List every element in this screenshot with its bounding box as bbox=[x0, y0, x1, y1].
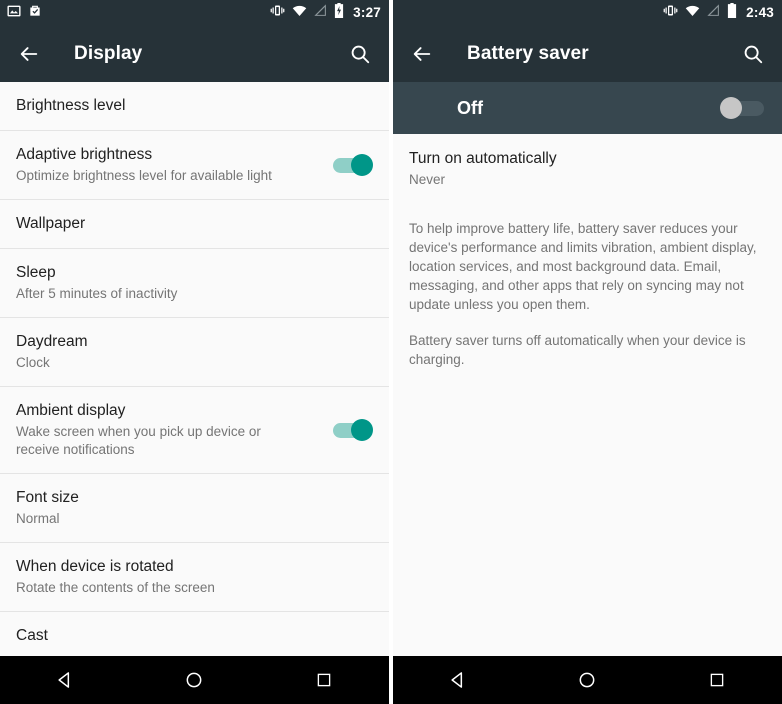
list-item-text: Sleep After 5 minutes of inactivity bbox=[16, 249, 373, 317]
list-item-subtitle: Optimize brightness level for available … bbox=[16, 168, 272, 183]
app-bar: Battery saver bbox=[393, 26, 782, 82]
list-item-text: Daydream Clock bbox=[16, 318, 373, 386]
list-item-title: Cast bbox=[16, 627, 48, 644]
no-signal-icon bbox=[314, 4, 327, 22]
vibrate-icon bbox=[663, 4, 678, 22]
nav-home-button[interactable] bbox=[164, 656, 224, 704]
battery-saver-master-switch-row[interactable]: Off bbox=[393, 82, 782, 134]
toggle-thumb bbox=[351, 154, 373, 176]
search-icon[interactable] bbox=[347, 41, 373, 67]
list-item-daydream[interactable]: Daydream Clock bbox=[0, 318, 389, 387]
battery-saver-content: Turn on automatically Never To help impr… bbox=[393, 134, 782, 656]
list-item-title: Adaptive brightness bbox=[16, 146, 153, 163]
list-item-subtitle: Normal bbox=[16, 511, 60, 526]
status-bar: 3:27 bbox=[0, 0, 389, 26]
no-signal-icon bbox=[707, 4, 720, 22]
page-title: Display bbox=[74, 43, 143, 64]
wifi-icon bbox=[292, 4, 307, 22]
status-bar-clock: 3:27 bbox=[353, 5, 381, 21]
screenshot-icon bbox=[28, 4, 42, 23]
dual-screenshot-container: 3:27 Display Brightness level Adaptive b… bbox=[0, 0, 782, 704]
list-item-title: Brightness level bbox=[16, 97, 126, 114]
vibrate-icon bbox=[270, 4, 285, 22]
list-item-text: Font size Normal bbox=[16, 474, 373, 542]
list-item-text: Ambient display Wake screen when you pic… bbox=[16, 387, 327, 473]
wifi-icon bbox=[685, 4, 700, 22]
list-item-text: Wallpaper bbox=[16, 200, 373, 248]
list-item-brightness-level[interactable]: Brightness level bbox=[0, 82, 389, 131]
nav-home-button[interactable] bbox=[557, 656, 617, 704]
list-item-ambient-display[interactable]: Ambient display Wake screen when you pic… bbox=[0, 387, 389, 474]
list-item-text: Cast bbox=[16, 612, 373, 656]
nav-back-button[interactable] bbox=[35, 656, 95, 704]
list-item-title: When device is rotated bbox=[16, 558, 174, 575]
list-item-text: Brightness level bbox=[16, 82, 373, 130]
list-item-title: Ambient display bbox=[16, 402, 126, 419]
toggle-thumb bbox=[720, 97, 742, 119]
list-item-subtitle: Wake screen when you pick up device or r… bbox=[16, 424, 261, 457]
back-arrow-icon[interactable] bbox=[409, 41, 435, 67]
nav-back-button[interactable] bbox=[428, 656, 488, 704]
list-item-when-device-is-rotated[interactable]: When device is rotated Rotate the conten… bbox=[0, 543, 389, 612]
list-item-wallpaper[interactable]: Wallpaper bbox=[0, 200, 389, 249]
description-paragraph-2: Battery saver turns off automatically wh… bbox=[409, 333, 746, 367]
setting-title: Turn on automatically bbox=[409, 150, 557, 167]
adaptive-brightness-toggle[interactable] bbox=[327, 154, 373, 176]
navigation-bar bbox=[0, 656, 389, 704]
display-settings-screen: 3:27 Display Brightness level Adaptive b… bbox=[0, 0, 389, 704]
list-item-title: Sleep bbox=[16, 264, 56, 281]
list-item-text: When device is rotated Rotate the conten… bbox=[16, 543, 373, 611]
search-icon[interactable] bbox=[740, 41, 766, 67]
list-item-sleep[interactable]: Sleep After 5 minutes of inactivity bbox=[0, 249, 389, 318]
battery-saver-toggle[interactable] bbox=[720, 97, 766, 119]
list-item-title: Wallpaper bbox=[16, 215, 86, 232]
image-icon bbox=[7, 4, 21, 23]
list-item-font-size[interactable]: Font size Normal bbox=[0, 474, 389, 543]
status-bar-notification-icons bbox=[7, 4, 270, 23]
toggle-thumb bbox=[351, 419, 373, 441]
status-bar-system-icons: 2:43 bbox=[663, 3, 774, 23]
list-item-subtitle: Clock bbox=[16, 355, 50, 370]
battery-full-icon bbox=[727, 3, 737, 23]
status-bar-system-icons: 3:27 bbox=[270, 3, 381, 23]
page-title: Battery saver bbox=[467, 43, 589, 64]
master-switch-label: Off bbox=[457, 97, 483, 118]
back-arrow-icon[interactable] bbox=[16, 41, 42, 67]
list-item-subtitle: After 5 minutes of inactivity bbox=[16, 286, 178, 301]
nav-recents-button[interactable] bbox=[687, 656, 747, 704]
battery-charging-icon bbox=[334, 3, 344, 23]
list-item-text: Adaptive brightness Optimize brightness … bbox=[16, 131, 327, 199]
nav-recents-button[interactable] bbox=[294, 656, 354, 704]
battery-saver-screen: 2:43 Battery saver Off Turn on automatic… bbox=[393, 0, 782, 704]
list-item-subtitle: Rotate the contents of the screen bbox=[16, 580, 215, 595]
status-bar-clock: 2:43 bbox=[746, 5, 774, 21]
list-item-cast[interactable]: Cast bbox=[0, 612, 389, 656]
ambient-display-toggle[interactable] bbox=[327, 419, 373, 441]
navigation-bar bbox=[393, 656, 782, 704]
list-item-adaptive-brightness[interactable]: Adaptive brightness Optimize brightness … bbox=[0, 131, 389, 200]
app-bar: Display bbox=[0, 26, 389, 82]
settings-list: Brightness level Adaptive brightness Opt… bbox=[0, 82, 389, 656]
turn-on-automatically-row[interactable]: Turn on automatically Never bbox=[393, 134, 782, 189]
list-item-title: Font size bbox=[16, 489, 79, 506]
status-bar: 2:43 bbox=[393, 0, 782, 26]
list-item-title: Daydream bbox=[16, 333, 88, 350]
setting-value: Never bbox=[409, 172, 446, 187]
description-paragraph-1: To help improve battery life, battery sa… bbox=[409, 221, 757, 312]
